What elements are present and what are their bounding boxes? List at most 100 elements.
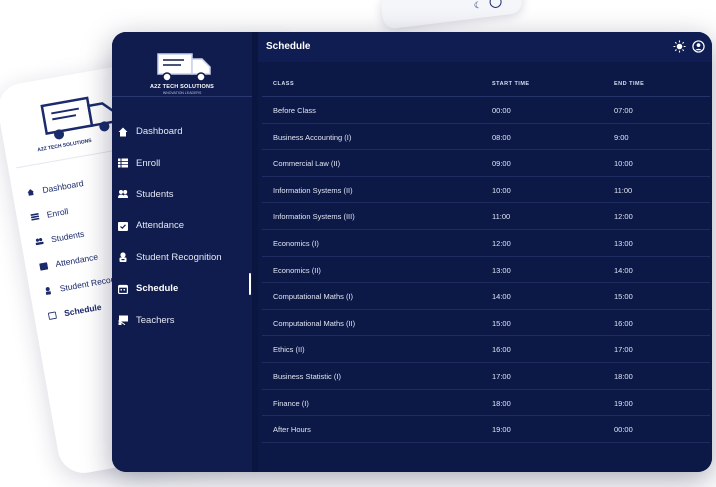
class-cell: Commercial Law (II) (273, 159, 341, 169)
table-row[interactable]: Before Class 00:00 07:00 (262, 97, 710, 124)
start-time-cell: 09:00 (492, 159, 511, 169)
sidebar-item-label: Students (136, 188, 174, 200)
award-icon (43, 286, 52, 295)
end-time-cell: 07:00 (614, 106, 633, 115)
people-icon (35, 236, 44, 245)
account-icon[interactable] (692, 40, 705, 53)
sidebar-item-label: Dashboard (136, 126, 183, 138)
start-time-cell: 08:00 (492, 132, 511, 142)
end-time-cell: 18:00 (614, 371, 633, 381)
account-icon (488, 0, 503, 9)
column-header-end-time[interactable]: END TIME (614, 81, 644, 87)
table-row[interactable]: Commercial Law (II) 09:00 10:00 (262, 150, 710, 177)
start-time-cell: 14:00 (492, 292, 511, 302)
column-header-class[interactable]: CLASS (273, 81, 294, 87)
start-time-cell: 17:00 (492, 371, 511, 381)
end-time-cell: 12:00 (614, 212, 633, 222)
calendar-icon (47, 310, 57, 320)
sidebar-item-attendance[interactable]: Attendance (112, 210, 252, 241)
award-icon (117, 251, 129, 263)
start-time-cell: 10:00 (492, 185, 511, 195)
class-cell: Information Systems (II) (273, 185, 353, 195)
class-cell: Before Class (273, 106, 316, 115)
schedule-table: CLASS START TIME END TIME Before Class 00… (262, 70, 710, 443)
table-row[interactable]: Ethics (II) 16:00 17:00 (262, 336, 710, 363)
home-icon (117, 126, 129, 138)
sidebar-nav: Dashboard Enroll Students Attendance Stu… (112, 116, 252, 336)
sidebar-item-label: Student Recognition (136, 251, 222, 263)
start-time-cell: 13:00 (492, 265, 511, 275)
table-row[interactable]: Economics (I) 12:00 13:00 (262, 230, 710, 257)
brand-name: A2Z TECH SOLUTIONS (149, 84, 215, 90)
sidebar: A2Z TECH SOLUTIONS INNOVATION LEADERS Da… (112, 32, 252, 472)
end-time-cell: 13:00 (614, 238, 633, 248)
people-icon (117, 188, 129, 200)
class-cell: Finance (I) (273, 398, 309, 408)
sun-icon[interactable] (673, 40, 686, 53)
start-time-cell: 00:00 (492, 106, 511, 115)
app-window: A2Z TECH SOLUTIONS INNOVATION LEADERS Da… (112, 32, 712, 472)
list-icon (30, 212, 40, 221)
class-cell: Computational Maths (II) (273, 318, 356, 328)
board-icon (117, 314, 129, 326)
calendar-check-icon (39, 261, 49, 271)
sidebar-item-schedule[interactable]: Schedule (112, 273, 252, 304)
calendar-check-icon (117, 220, 129, 232)
class-cell: Ethics (II) (273, 345, 305, 355)
start-time-cell: 11:00 (492, 212, 511, 222)
sidebar-item-label: Attendance (136, 220, 185, 232)
class-cell: Economics (I) (273, 238, 319, 248)
class-cell: Business Statistic (I) (273, 371, 341, 381)
table-row[interactable]: Finance (I) 18:00 19:00 (262, 390, 710, 417)
page-title: Schedule (266, 41, 311, 52)
sidebar-item-label: Schedule (136, 283, 179, 295)
end-time-cell: 15:00 (614, 292, 633, 302)
column-header-start-time[interactable]: START TIME (492, 81, 530, 87)
class-cell: After Hours (273, 425, 311, 435)
end-time-cell: 11:00 (614, 185, 633, 195)
sidebar-item-dashboard[interactable]: Dashboard (112, 116, 252, 147)
start-time-cell: 15:00 (492, 318, 511, 328)
end-time-cell: 10:00 (614, 159, 633, 169)
sidebar-item-label: Enroll (136, 157, 161, 169)
table-row[interactable]: Information Systems (III) 11:00 12:00 (262, 203, 710, 230)
sidebar-scrollbar[interactable] (249, 273, 251, 295)
table-row[interactable]: Computational Maths (I) 14:00 15:00 (262, 283, 710, 310)
list-icon (117, 157, 129, 169)
table-row[interactable]: After Hours 19:00 00:00 (262, 416, 710, 443)
class-cell: Information Systems (III) (273, 212, 355, 222)
moon-icon: ☾ (473, 0, 483, 11)
sidebar-item-teachers[interactable]: Teachers (112, 304, 252, 335)
start-time-cell: 12:00 (492, 238, 511, 248)
start-time-cell: 18:00 (492, 398, 511, 408)
brand-tagline: INNOVATION LEADERS (162, 91, 202, 95)
sidebar-item-students[interactable]: Students (112, 179, 252, 210)
table-row[interactable]: Economics (II) 13:00 14:00 (262, 257, 710, 284)
sidebar-item-enroll[interactable]: Enroll (112, 147, 252, 178)
class-cell: Computational Maths (I) (273, 292, 354, 302)
table-row[interactable]: Information Systems (II) 10:00 11:00 (262, 177, 710, 204)
end-time-cell: 16:00 (614, 318, 633, 328)
end-time-cell: 14:00 (614, 265, 633, 275)
calendar-icon (117, 283, 129, 295)
sidebar-item-label: Teachers (136, 314, 175, 326)
start-time-cell: 19:00 (492, 425, 511, 435)
end-time-cell: 9:00 (614, 132, 629, 142)
table-body: Before Class 00:00 07:00 Business Accountin… (262, 97, 710, 443)
home-icon (26, 187, 35, 196)
divider (112, 96, 252, 97)
header: Schedule (258, 32, 712, 63)
sidebar-item-student-recognition[interactable]: Student Recognition (112, 242, 252, 273)
table-row[interactable]: Computational Maths (II) 15:00 16:00 (262, 310, 710, 337)
background-topbar: ☾ (380, 0, 524, 30)
main-content: CLASS START TIME END TIME Before Class 00… (258, 62, 712, 472)
table-header: CLASS START TIME END TIME (262, 70, 710, 97)
start-time-cell: 16:00 (492, 345, 511, 355)
class-cell: Economics (II) (273, 265, 321, 275)
end-time-cell: 19:00 (614, 398, 633, 408)
table-row[interactable]: Business Accounting (I) 08:00 9:00 (262, 124, 710, 151)
truck-logo-icon (40, 96, 118, 140)
table-row[interactable]: Business Statistic (I) 17:00 18:00 (262, 363, 710, 390)
end-time-cell: 00:00 (614, 425, 633, 435)
end-time-cell: 17:00 (614, 345, 633, 355)
